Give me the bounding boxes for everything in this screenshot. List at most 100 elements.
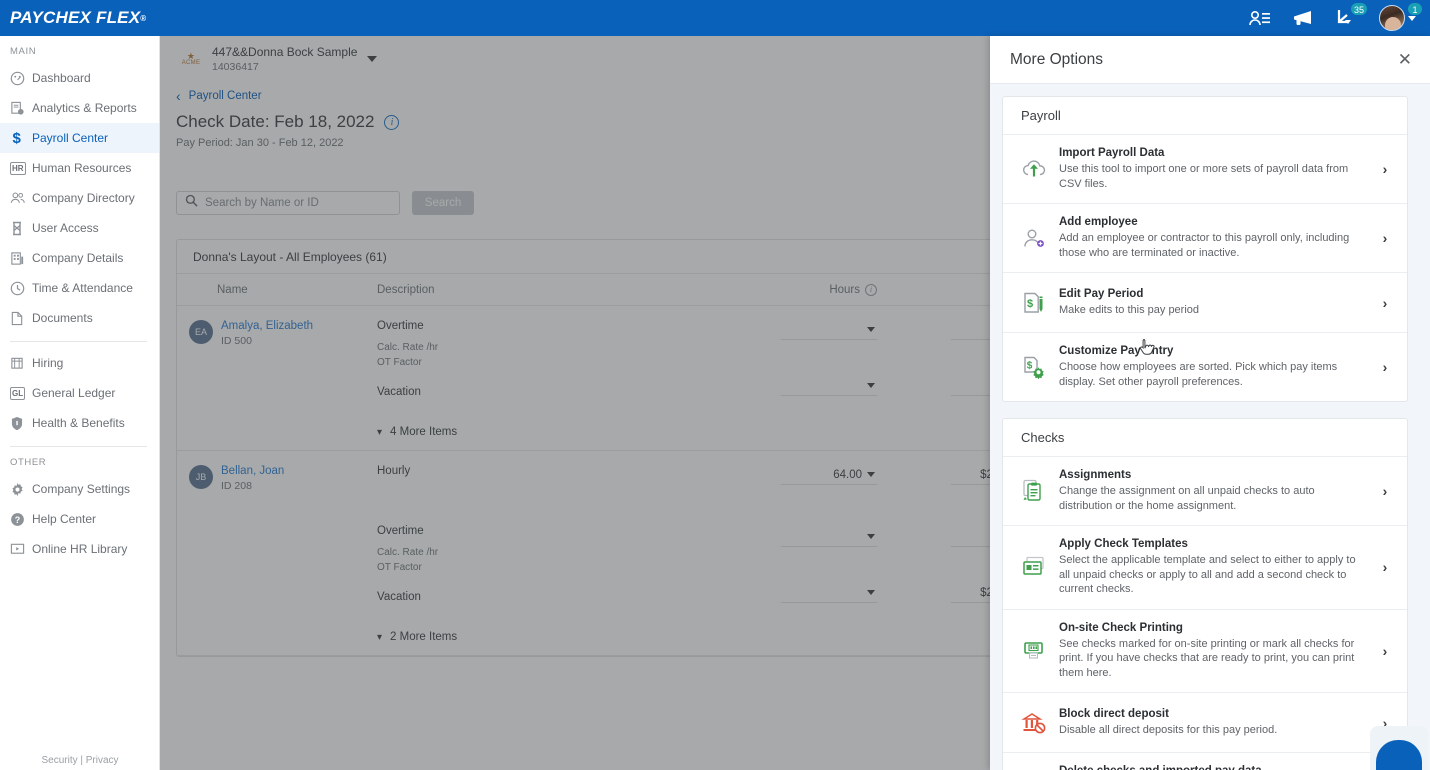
close-icon[interactable]: ✕: [1398, 51, 1412, 68]
hours-value: 64.00: [833, 468, 862, 481]
chevron-right-icon: ›: [1382, 294, 1388, 311]
sidebar-item-label: Company Details: [32, 251, 124, 265]
cell-spacer: [647, 547, 877, 583]
sidebar-item-analytics-reports[interactable]: Analytics & Reports: [0, 93, 159, 123]
hours-input[interactable]: [781, 583, 877, 603]
pay-item-block: Overtime Calc. Rate /hr OT Factor: [377, 525, 647, 575]
option-add-employee[interactable]: Add employee Add an employee or contract…: [1003, 204, 1407, 273]
option-text: On-site Check Printing See checks marked…: [1051, 622, 1377, 681]
company-logo-star: ★: [186, 51, 196, 61]
sidebar-item-user-access[interactable]: User Access: [0, 213, 159, 243]
chevron-right-icon: ›: [1382, 161, 1388, 177]
chevron-down-icon: [867, 590, 875, 595]
sidebar-item-help-center[interactable]: ? Help Center: [0, 504, 159, 534]
svg-text:?: ?: [15, 514, 20, 524]
sidebar-item-time-attendance[interactable]: Time & Attendance: [0, 273, 159, 303]
sidebar-item-online-hr-library[interactable]: Online HR Library: [0, 534, 159, 564]
top-bar: PAYCHEX FLEX ® 35 1: [0, 0, 1430, 36]
panel-group-checks: Checks Assignments Change the assignment…: [1002, 418, 1408, 770]
sidebar-item-payroll-center[interactable]: $ Payroll Center: [0, 123, 159, 153]
sidebar-item-company-directory[interactable]: Company Directory: [0, 183, 159, 213]
option-title: Delete checks and imported pay data: [1059, 765, 1367, 770]
more-items-toggle[interactable]: ▾ 2 More Items: [377, 627, 647, 647]
employee-name-link[interactable]: Bellan, Joan: [221, 465, 284, 477]
sidebar-section-other: OTHER: [10, 457, 47, 468]
panel-body[interactable]: Payroll Import Payroll Data Use this too…: [990, 84, 1430, 770]
chevron-down-icon: [867, 472, 875, 477]
panel-header: More Options ✕: [990, 36, 1430, 84]
sidebar-item-human-resources[interactable]: HR Human Resources: [0, 153, 159, 183]
sidebar-item-general-ledger[interactable]: GL General Ledger: [0, 378, 159, 408]
option-description: Select the applicable template and selec…: [1059, 554, 1356, 595]
description-cell: Hourly Overtime Calc. Rate /hr OT Factor…: [377, 465, 647, 647]
more-items-toggle[interactable]: ▾ 4 More Items: [377, 422, 647, 442]
column-header-hours: Hours i: [647, 283, 877, 296]
sidebar-item-documents[interactable]: Documents: [0, 303, 159, 333]
directory-icon[interactable]: [1247, 5, 1273, 31]
sidebar-item-label: Hiring: [32, 356, 64, 370]
avatar-menu[interactable]: 1: [1379, 2, 1423, 31]
hours-input[interactable]: [781, 527, 877, 547]
sidebar: MAIN Dashboard Analytics & Reports $ Pay…: [0, 36, 160, 770]
column-header-hours-label: Hours: [829, 283, 860, 296]
cell-spacer: [647, 340, 877, 376]
search-box[interactable]: [176, 191, 400, 215]
option-assignments[interactable]: Assignments Change the assignment on all…: [1003, 457, 1407, 526]
group-heading: Payroll: [1003, 97, 1407, 135]
option-onsite-check-printing[interactable]: On-site Check Printing See checks marked…: [1003, 610, 1407, 693]
block-deposit-icon: [1017, 711, 1051, 735]
option-description: Disable all direct deposits for this pay…: [1059, 723, 1278, 736]
sidebar-footer-links[interactable]: Security | Privacy: [0, 755, 160, 766]
employee-name-cell: EA Amalya, Elizabeth ID 500: [177, 320, 377, 442]
info-icon[interactable]: i: [384, 114, 400, 130]
announcements-icon[interactable]: [1291, 5, 1317, 31]
chevron-right-icon: ›: [1382, 642, 1388, 659]
chevron-down-icon: ▾: [377, 631, 383, 643]
sidebar-item-hiring[interactable]: Hiring: [0, 348, 159, 378]
option-customize-pay-entry[interactable]: $ Customize Pay Entry Choose how employe…: [1003, 333, 1407, 401]
option-description: Make edits to this pay period: [1059, 303, 1200, 316]
pay-item-title: Hourly: [377, 465, 411, 477]
hours-input[interactable]: 64.00: [781, 465, 877, 485]
svg-text:$: $: [1027, 361, 1033, 372]
column-header-name: Name: [217, 283, 248, 296]
paychex-flex-logo[interactable]: PAYCHEX FLEX ®: [0, 0, 160, 36]
search-button[interactable]: Search: [412, 191, 474, 215]
sidebar-item-label: General Ledger: [32, 386, 116, 400]
sidebar-item-company-settings[interactable]: Company Settings: [0, 474, 159, 504]
hours-info-icon[interactable]: i: [865, 283, 877, 296]
hours-input[interactable]: [781, 376, 877, 396]
sidebar-item-dashboard[interactable]: Dashboard: [0, 63, 159, 93]
option-delete-checks[interactable]: Delete checks and imported pay data Choo…: [1003, 753, 1407, 770]
chevron-down-icon: [867, 534, 875, 539]
chevron-down-icon: [867, 327, 875, 332]
people-icon: [10, 191, 32, 205]
hours-input[interactable]: [781, 320, 877, 340]
search-input[interactable]: [205, 197, 391, 209]
analytics-icon: [10, 101, 32, 116]
option-text: Assignments Change the assignment on all…: [1051, 469, 1377, 513]
inbox-icon[interactable]: 35: [1335, 2, 1368, 31]
sidebar-item-label: Payroll Center: [32, 131, 109, 145]
option-text: Block direct deposit Disable all direct …: [1051, 708, 1377, 738]
employee-name-link[interactable]: Amalya, Elizabeth: [221, 320, 313, 332]
avatar-badge: 1: [1407, 2, 1423, 16]
pay-item-title: Vacation: [377, 591, 421, 603]
pay-item-sub: OT Factor: [377, 357, 422, 368]
option-block-direct-deposit[interactable]: Block direct deposit Disable all direct …: [1003, 693, 1407, 753]
pay-item-sub: Calc. Rate /hr: [377, 547, 439, 558]
breadcrumb-label: Payroll Center: [188, 90, 262, 102]
option-import-payroll-data[interactable]: Import Payroll Data Use this tool to imp…: [1003, 135, 1407, 204]
pay-item-sub: OT Factor: [377, 562, 422, 573]
employee-id: ID 208: [221, 480, 252, 492]
employee-meta: Bellan, Joan ID 208: [221, 465, 284, 647]
option-edit-pay-period[interactable]: $ Edit Pay Period Make edits to this pay…: [1003, 273, 1407, 333]
sidebar-item-company-details[interactable]: Company Details: [0, 243, 159, 273]
check-template-icon: [1017, 555, 1051, 579]
option-text: Import Payroll Data Use this tool to imp…: [1051, 147, 1377, 191]
sidebar-item-health-benefits[interactable]: Health & Benefits: [0, 408, 159, 438]
sidebar-section-main: MAIN: [10, 46, 37, 57]
company-switcher-chevron-down-icon[interactable]: [367, 56, 378, 62]
svg-text:$: $: [1027, 298, 1033, 310]
option-apply-check-templates[interactable]: Apply Check Templates Select the applica…: [1003, 526, 1407, 610]
